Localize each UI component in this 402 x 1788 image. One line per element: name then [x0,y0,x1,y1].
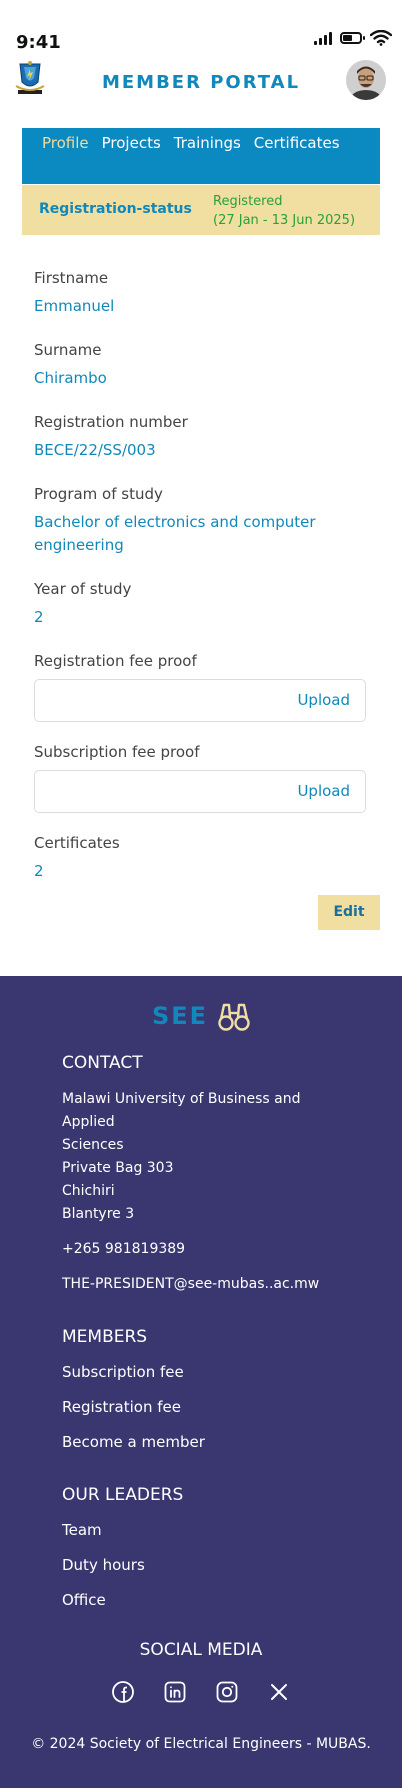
user-avatar-icon [346,60,386,100]
become-member-link[interactable]: Become a member [62,1432,382,1452]
leaders-heading: OUR LEADERS [62,1485,184,1505]
firstname-label: Firstname [34,269,109,287]
certificates-label: Certificates [34,834,120,852]
registration-period: (27 Jan - 13 Jun 2025) [213,213,356,228]
profile-tabs: Profile Projects Trainings Certificates [22,128,380,184]
subscription-fee-input[interactable]: Upload [34,770,366,813]
signal-icon [314,31,332,45]
surname-label: Surname [34,341,102,359]
tab-profile[interactable]: Profile [22,134,89,152]
tab-trainings[interactable]: Trainings [161,134,241,152]
subscription-fee-link[interactable]: Subscription fee [62,1362,382,1382]
contact-heading: CONTACT [62,1053,143,1073]
address-line: Applied [62,1114,115,1130]
address-line: Malawi University of Business and [62,1091,301,1107]
registration-fee-field: Registration fee proof Upload [34,651,368,722]
phone-link[interactable]: +265 981819389 [62,1238,382,1261]
surname-field: Surname Chirambo [34,340,368,390]
program-value: Bachelor of electronics and computer eng… [34,513,316,554]
binoculars-icon [218,1003,250,1031]
members-section: MEMBERS Subscription fee Registration fe… [62,1326,382,1452]
social-heading: SOCIAL MEDIA [139,1640,263,1660]
registration-fee-input[interactable]: Upload [34,679,366,722]
address-line: Chichiri [62,1183,115,1199]
registration-status-text: Registered [213,194,283,209]
header: MEMBER PORTAL [0,60,402,106]
registration-status-bar: Registration-status Registered (27 Jan -… [22,185,380,235]
address-line: Private Bag 303 [62,1160,174,1176]
address: Malawi University of Business and Applie… [62,1088,382,1226]
year-value: 2 [34,608,44,626]
wifi-icon [370,30,392,46]
program-label: Program of study [34,485,163,503]
certificates-value: 2 [34,862,44,880]
members-heading: MEMBERS [62,1327,148,1347]
subscription-fee-label: Subscription fee proof [34,743,200,761]
address-line: Blantyre 3 [62,1206,135,1222]
x-icon[interactable] [267,1680,291,1704]
program-field: Program of study Bachelor of electronics… [34,484,368,557]
subscription-fee-upload-button[interactable]: Upload [297,782,350,800]
year-label: Year of study [34,580,132,598]
footer: SEE CONTACT Malawi University of Busines… [0,976,402,1788]
address-line: Sciences [62,1137,124,1153]
instagram-icon[interactable] [215,1680,239,1704]
footer-logo[interactable]: SEE [0,1001,402,1031]
registration-fee-link[interactable]: Registration fee [62,1397,382,1417]
registration-number-label: Registration number [34,413,188,431]
registration-fee-label: Registration fee proof [34,652,197,670]
registration-number-field: Registration number BECE/22/SS/003 [34,412,368,462]
facebook-icon[interactable] [111,1680,135,1704]
avatar[interactable] [346,60,386,100]
year-field: Year of study 2 [34,579,368,629]
registration-fee-upload-button[interactable]: Upload [297,691,350,709]
status-bar: 9:41 [0,0,402,56]
contact-section: CONTACT Malawi University of Business an… [62,1052,382,1296]
battery-icon [340,32,365,44]
team-link[interactable]: Team [62,1520,382,1540]
copyright: © 2024 Society of Electrical Engineers -… [31,1736,371,1752]
tab-certificates[interactable]: Certificates [241,134,340,152]
registration-status-value: Registered (27 Jan - 13 Jun 2025) [213,192,355,230]
page-title: MEMBER PORTAL [101,72,301,93]
status-icons [314,30,392,46]
office-link[interactable]: Office [62,1590,382,1610]
tab-projects[interactable]: Projects [89,134,161,152]
registration-number-value: BECE/22/SS/003 [34,441,156,459]
email-link[interactable]: THE-PRESIDENT@see-mubas..ac.mw [62,1273,382,1296]
certificates-field: Certificates 2 [34,833,368,883]
duty-hours-link[interactable]: Duty hours [62,1555,382,1575]
status-time: 9:41 [16,32,61,53]
subscription-fee-field: Subscription fee proof Upload [34,742,368,813]
firstname-field: Firstname Emmanuel [34,268,368,318]
registration-status-label: Registration-status [39,201,192,217]
leaders-section: OUR LEADERS Team Duty hours Office [62,1484,382,1610]
footer-logo-text: SEE [151,1002,209,1030]
firstname-value: Emmanuel [34,297,115,315]
linkedin-icon[interactable] [163,1680,187,1704]
edit-button[interactable]: Edit [318,895,380,930]
surname-value: Chirambo [34,369,107,387]
social-links [0,1680,402,1704]
